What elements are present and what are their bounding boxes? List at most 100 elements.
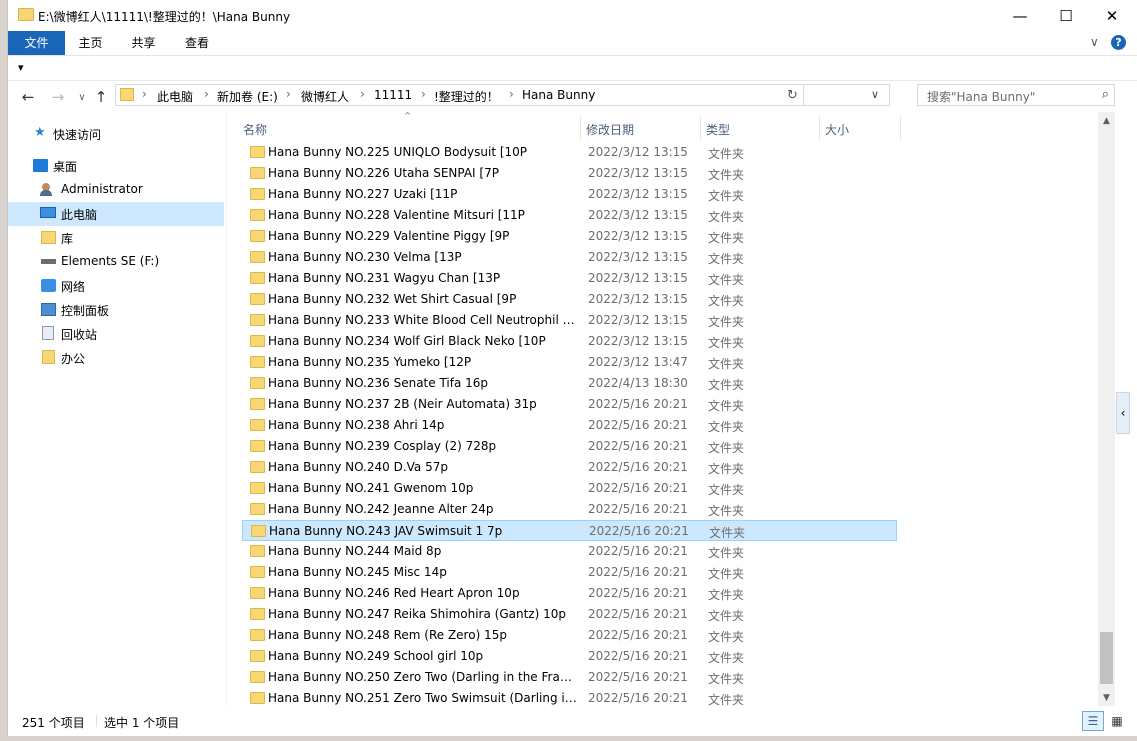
folder-icon	[250, 335, 265, 347]
file-row[interactable]: Hana Bunny NO.233 White Blood Cell Neutr…	[242, 310, 897, 331]
folder-icon	[250, 209, 265, 221]
search-input[interactable]: 搜索"Hana Bunny"	[927, 88, 1035, 105]
file-row[interactable]: Hana Bunny NO.245 Misc 14p 2022/5/16 20:2…	[242, 562, 897, 583]
file-date: 2022/5/16 20:21	[588, 481, 688, 495]
breadcrumb-folder[interactable]: 微博红人	[301, 88, 349, 105]
file-row[interactable]: Hana Bunny NO.251 Zero Two Swimsuit (Dar…	[242, 688, 897, 706]
file-row[interactable]: Hana Bunny NO.239 Cosplay (2) 728p 2022/5…	[242, 436, 897, 457]
file-name: Hana Bunny NO.237 2B (Neir Automata) 31p	[268, 397, 537, 411]
folder-icon	[250, 650, 265, 662]
file-type: 文件夹	[708, 315, 745, 329]
breadcrumb-separator: ›	[286, 87, 291, 101]
folder-icon	[250, 461, 265, 473]
up-button[interactable]: ↑	[91, 87, 111, 107]
folder-icon	[250, 566, 265, 578]
breadcrumb-folder[interactable]: 11111	[374, 88, 412, 102]
file-row[interactable]: Hana Bunny NO.240 D.Va 57p 2022/5/16 20:2…	[242, 457, 897, 478]
file-row[interactable]: Hana Bunny NO.241 Gwenom 10p 2022/5/16 20…	[242, 478, 897, 499]
file-date: 2022/5/16 20:21	[588, 418, 688, 432]
qat-dropdown-icon[interactable]: ▾	[18, 61, 24, 74]
file-row[interactable]: Hana Bunny NO.234 Wolf Girl Black Neko […	[242, 331, 897, 352]
file-row[interactable]: Hana Bunny NO.238 Ahri 14p 2022/5/16 20:2…	[242, 415, 897, 436]
sidebar-item-label: 此电脑	[61, 208, 98, 222]
sidebar-item-administrator[interactable]: Administrator	[8, 178, 224, 202]
file-type: 文件夹	[708, 504, 745, 518]
file-row[interactable]: Hana Bunny NO.232 Wet Shirt Casual [9P 20…	[242, 289, 897, 310]
file-row[interactable]: Hana Bunny NO.244 Maid 8p 2022/5/16 20:21…	[242, 541, 897, 562]
file-row[interactable]: Hana Bunny NO.242 Jeanne Alter 24p 2022/5…	[242, 499, 897, 520]
scroll-thumb[interactable]	[1100, 632, 1113, 684]
file-row[interactable]: Hana Bunny NO.228 Valentine Mitsuri [11P…	[242, 205, 897, 226]
large-icons-view-button[interactable]: ▦	[1106, 711, 1128, 731]
ribbon-expand-icon[interactable]: ∨	[1090, 35, 1099, 49]
file-name: Hana Bunny NO.245 Misc 14p	[268, 565, 447, 579]
file-row[interactable]: Hana Bunny NO.249 School girl 10p 2022/5/…	[242, 646, 897, 667]
scroll-up-arrow[interactable]: ▲	[1098, 112, 1115, 129]
file-name: Hana Bunny NO.231 Wagyu Chan [13P	[268, 271, 501, 285]
sidebar-item-libraries[interactable]: 库	[8, 226, 224, 250]
column-divider[interactable]	[900, 116, 901, 140]
column-divider[interactable]	[700, 116, 701, 140]
breadcrumb-current[interactable]: Hana Bunny	[522, 88, 595, 102]
sidebar-item-elements-se[interactable]: Elements SE (F:)	[8, 250, 224, 274]
address-dropdown-icon[interactable]: ∨	[871, 88, 879, 101]
folder-icon	[251, 525, 266, 537]
file-row[interactable]: Hana Bunny NO.243 JAV Swimsuit 1 7p 2022/…	[242, 520, 897, 541]
column-divider[interactable]	[580, 116, 581, 140]
file-row[interactable]: Hana Bunny NO.246 Red Heart Apron 10p 202…	[242, 583, 897, 604]
close-button[interactable]: ✕	[1089, 0, 1135, 31]
tab-home[interactable]: 主页	[65, 31, 116, 55]
sidebar-item-network[interactable]: 网络	[8, 274, 224, 298]
file-date: 2022/3/12 13:47	[588, 355, 688, 369]
tab-view[interactable]: 查看	[171, 31, 223, 55]
breadcrumb-folder[interactable]: !整理过的！	[434, 88, 499, 105]
file-row[interactable]: Hana Bunny NO.230 Velma [13P 2022/3/12 13…	[242, 247, 897, 268]
preview-pane-toggle[interactable]: ‹	[1116, 392, 1130, 434]
file-row[interactable]: Hana Bunny NO.225 UNIQLO Bodysuit [10P 20…	[242, 142, 897, 163]
maximize-button[interactable]: ☐	[1043, 0, 1089, 31]
sidebar-item-control-panel[interactable]: 控制面板	[8, 298, 224, 322]
file-type: 文件夹	[708, 252, 745, 266]
help-icon[interactable]: ?	[1111, 35, 1126, 50]
tab-share[interactable]: 共享	[116, 31, 171, 55]
recent-dropdown[interactable]: ∨	[72, 87, 92, 107]
sidebar-item-quick-access[interactable]: ★ 快速访问	[8, 122, 224, 146]
file-row[interactable]: Hana Bunny NO.247 Reika Shimohira (Gantz…	[242, 604, 897, 625]
scroll-down-arrow[interactable]: ▼	[1098, 689, 1115, 706]
network-icon	[41, 279, 56, 292]
sidebar-item-desktop[interactable]: 桌面	[8, 154, 224, 178]
file-type: 文件夹	[708, 168, 745, 182]
file-date: 2022/4/13 18:30	[588, 376, 688, 390]
sidebar-item-recycle-bin[interactable]: 回收站	[8, 322, 224, 346]
file-type: 文件夹	[708, 546, 745, 560]
file-name: Hana Bunny NO.249 School girl 10p	[268, 649, 484, 663]
refresh-button[interactable]: ↻	[782, 84, 804, 106]
explorer-window: E:\微博红人\11111\!整理过的！\Hana Bunny — ☐ ✕ 文件…	[7, 0, 1137, 736]
minimize-button[interactable]: —	[997, 0, 1043, 31]
file-date: 2022/3/12 13:15	[588, 292, 688, 306]
file-date: 2022/5/16 20:21	[588, 670, 688, 684]
search-box[interactable]: 搜索"Hana Bunny" ⌕	[917, 84, 1115, 106]
file-row[interactable]: Hana Bunny NO.236 Senate Tifa 16p 2022/4/…	[242, 373, 897, 394]
breadcrumb-this-pc[interactable]: 此电脑	[157, 88, 193, 105]
vertical-scrollbar[interactable]: ▲ ▼	[1098, 112, 1115, 706]
sidebar-item-this-pc[interactable]: 此电脑	[8, 202, 224, 226]
column-divider[interactable]	[819, 116, 820, 140]
sidebar-item-office[interactable]: 办公	[8, 346, 224, 370]
details-view-button[interactable]: ☰	[1082, 711, 1104, 731]
file-row[interactable]: Hana Bunny NO.237 2B (Neir Automata) 31p…	[242, 394, 897, 415]
file-row[interactable]: Hana Bunny NO.227 Uzaki [11P 2022/3/12 13…	[242, 184, 897, 205]
file-row[interactable]: Hana Bunny NO.226 Utaha SENPAI [7P 2022/3…	[242, 163, 897, 184]
file-row[interactable]: Hana Bunny NO.250 Zero Two (Darling in t…	[242, 667, 897, 688]
back-button[interactable]: ←	[18, 87, 38, 107]
file-row[interactable]: Hana Bunny NO.231 Wagyu Chan [13P 2022/3/…	[242, 268, 897, 289]
file-row[interactable]: Hana Bunny NO.248 Rem (Re Zero) 15p 2022/…	[242, 625, 897, 646]
breadcrumb-drive[interactable]: 新加卷 (E:)	[217, 88, 278, 105]
file-row[interactable]: Hana Bunny NO.235 Yumeko [12P 2022/3/12 1…	[242, 352, 897, 373]
forward-button[interactable]: →	[48, 87, 68, 107]
file-row[interactable]: Hana Bunny NO.229 Valentine Piggy [9P 202…	[242, 226, 897, 247]
tab-file[interactable]: 文件	[8, 31, 65, 55]
search-icon[interactable]: ⌕	[1102, 87, 1109, 102]
sidebar-item-label: Elements SE (F:)	[61, 254, 160, 268]
address-bar[interactable]: › 此电脑 › 新加卷 (E:) › 微博红人 › 11111 › !整理过的！…	[115, 84, 890, 106]
